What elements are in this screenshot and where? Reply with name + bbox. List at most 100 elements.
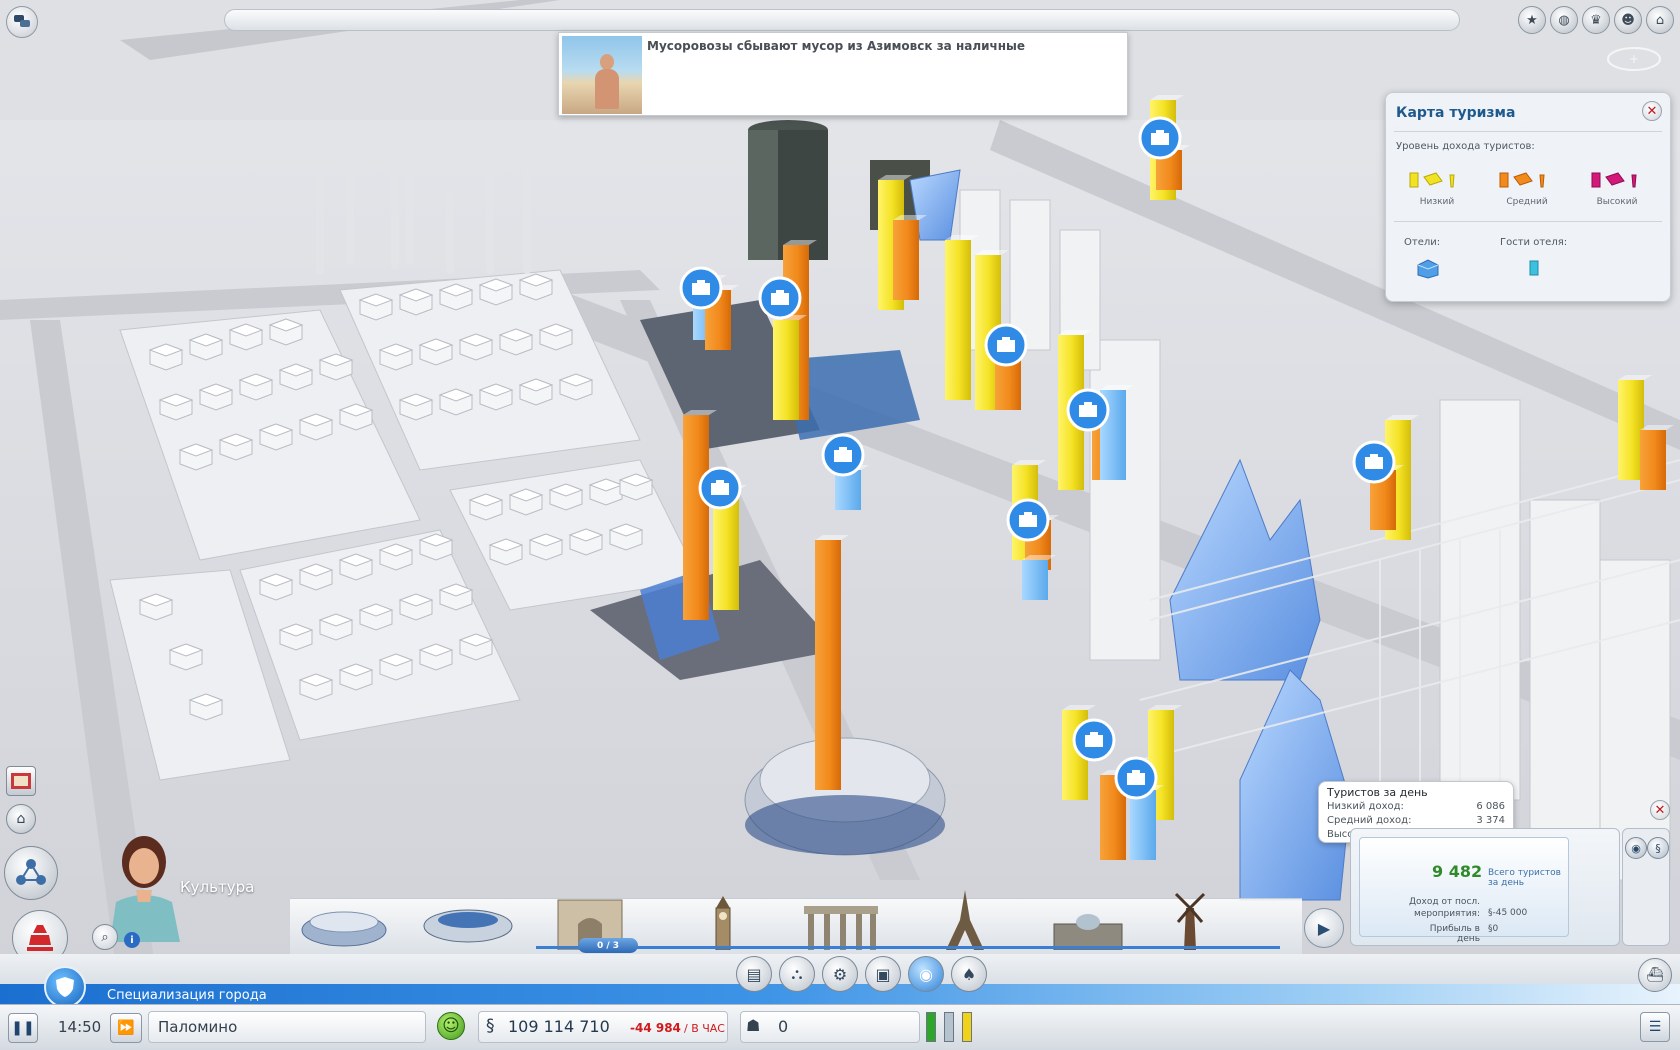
- cards-icon: ♠: [961, 964, 977, 984]
- income-unit: / В ЧАС: [684, 1022, 725, 1035]
- arena-item[interactable]: [420, 898, 516, 950]
- layers-button[interactable]: ☰: [1640, 1012, 1670, 1042]
- region-icon[interactable]: ⌂: [1646, 6, 1674, 34]
- photo-icon: [11, 773, 31, 789]
- tourism-bar: [1130, 790, 1156, 860]
- oil-tool[interactable]: ⛬: [779, 956, 815, 992]
- gambling-tool[interactable]: ♠: [951, 956, 987, 992]
- close-tourism-panel-button[interactable]: ✕: [1650, 800, 1670, 820]
- rci-residential-bar[interactable]: [926, 1012, 936, 1042]
- education-tool[interactable]: ▤: [736, 956, 772, 992]
- top-message-bar[interactable]: [224, 9, 1460, 31]
- level-high-label: Высокий: [1596, 197, 1638, 207]
- row-value: 3 374: [1476, 815, 1505, 826]
- money-tab-icon[interactable]: §: [1647, 837, 1669, 859]
- stadium-item[interactable]: [296, 898, 392, 950]
- divider: [1394, 131, 1662, 132]
- building-icon: ⌂: [16, 811, 26, 827]
- eiffel-tower-item[interactable]: [940, 890, 990, 950]
- divider: [1394, 221, 1662, 222]
- advisor-label: Культура: [180, 878, 255, 896]
- mid-income-icons: [1498, 169, 1552, 189]
- layers-icon: ☰: [1648, 1019, 1662, 1035]
- electronics-tool[interactable]: ▣: [865, 956, 901, 992]
- close-button[interactable]: ✕: [1642, 101, 1662, 121]
- row-value: 6 086: [1476, 801, 1505, 812]
- population-box[interactable]: [740, 1011, 920, 1043]
- play-icon: ▶: [1317, 918, 1331, 938]
- shelf-next-button[interactable]: ▶: [1304, 908, 1344, 948]
- trophy-icon[interactable]: ♛: [1582, 6, 1610, 34]
- high-income-icons: [1590, 169, 1644, 189]
- tourism-bar: [683, 415, 709, 620]
- pause-button[interactable]: ❚❚: [8, 1013, 38, 1043]
- friends-icon[interactable]: ☻: [1614, 6, 1642, 34]
- mode-label: Специализация города: [107, 988, 267, 1003]
- specialization-badge[interactable]: [44, 966, 86, 1008]
- info-button[interactable]: i: [124, 932, 140, 948]
- tourism-bar: [1640, 430, 1666, 490]
- simoleon-icon: §: [486, 1016, 495, 1036]
- top-right-toolbar: ★ ◍ ♛ ☻ ⌂: [1518, 6, 1674, 34]
- fast-forward-icon: ⏩: [117, 1020, 135, 1036]
- network-tool-button[interactable]: [4, 846, 58, 900]
- compass-icon: +: [1607, 47, 1661, 71]
- rci-industrial-bar[interactable]: [962, 1012, 972, 1042]
- shelf-progress-bar: [536, 946, 1280, 949]
- magnifier-icon: ⌕: [101, 929, 109, 945]
- mining-tool[interactable]: ⚙: [822, 956, 858, 992]
- tourism-bar: [1022, 560, 1048, 600]
- shelf-counter: 0 / 3: [578, 938, 638, 953]
- event-income-value: §-45 000: [1488, 908, 1528, 918]
- globe-icon[interactable]: ◍: [1550, 6, 1578, 34]
- popover-row: Низкий доход: 6 086: [1327, 800, 1505, 814]
- book-icon: ▤: [746, 964, 762, 984]
- tourism-bar: [893, 220, 919, 300]
- windmill-item[interactable]: [1170, 888, 1210, 950]
- tourism-bar: [773, 320, 799, 420]
- tourism-tool[interactable]: ◉: [908, 956, 944, 992]
- derrick-icon: ⛬: [791, 964, 803, 983]
- speed-button[interactable]: ⏩: [110, 1013, 142, 1043]
- brandenburg-gate-item[interactable]: [800, 896, 882, 950]
- news-ticker[interactable]: Мусоровозы сбывают мусор из Азимовск за …: [558, 32, 1128, 116]
- medal-icon[interactable]: ★: [1518, 6, 1546, 34]
- camera-compass[interactable]: +: [1604, 44, 1664, 74]
- person-head: [600, 54, 614, 70]
- chat-button[interactable]: [6, 6, 38, 38]
- mid-tourist-icon: [1499, 172, 1545, 188]
- money-value: 109 114 710: [508, 1017, 610, 1036]
- popover-row: Средний доход: 3 374: [1327, 814, 1505, 828]
- income-value: -44 984: [630, 1021, 681, 1035]
- pause-icon: ❚❚: [11, 1020, 35, 1036]
- advisor-avatar[interactable]: [100, 832, 192, 942]
- popover-title: Туристов за день: [1327, 786, 1428, 799]
- camera-tab-icon[interactable]: ◉: [1625, 837, 1647, 859]
- gear-icon: ⚙: [832, 964, 848, 984]
- event-income-label: Доход от посл. мероприятия:: [1408, 897, 1480, 919]
- level-mid-label: Средний: [1506, 197, 1548, 207]
- total-tourists-value: 9 482: [1432, 862, 1483, 881]
- population-value: 0: [778, 1017, 789, 1036]
- camera-icon: ◉: [919, 964, 933, 984]
- rci-commercial-bar[interactable]: [944, 1012, 954, 1042]
- hotel-icon: [1417, 259, 1439, 279]
- news-headline: Мусоровозы сбывают мусор из Азимовск за …: [647, 39, 1026, 53]
- high-tourist-icon: [1591, 172, 1637, 188]
- specialization-tools: ▤ ⛬ ⚙ ▣ ◉ ♠: [736, 956, 987, 992]
- level-low-label: Низкий: [1419, 197, 1455, 207]
- daily-profit-value: §0: [1488, 924, 1499, 934]
- trade-button[interactable]: ⛴: [1638, 958, 1672, 992]
- person-body: [595, 69, 619, 109]
- hotel-guest-icon: [1529, 260, 1539, 276]
- panel-title: Карта туризма: [1396, 105, 1516, 121]
- income-level-label: Уровень дохода туристов:: [1396, 141, 1535, 152]
- big-ben-item[interactable]: [708, 894, 738, 950]
- status-bar: ❚❚ 14:50 ⏩ Паломино § 109 114 710 -44 98…: [0, 1004, 1680, 1050]
- reichstag-item[interactable]: [1050, 910, 1126, 950]
- tourism-side-tabs: ◉ §: [1622, 828, 1670, 946]
- zoom-button[interactable]: ⌕: [92, 924, 118, 950]
- photo-tool-button[interactable]: [6, 766, 36, 796]
- happiness-icon[interactable]: ☺: [437, 1012, 465, 1040]
- building-tool-button[interactable]: ⌂: [6, 804, 36, 834]
